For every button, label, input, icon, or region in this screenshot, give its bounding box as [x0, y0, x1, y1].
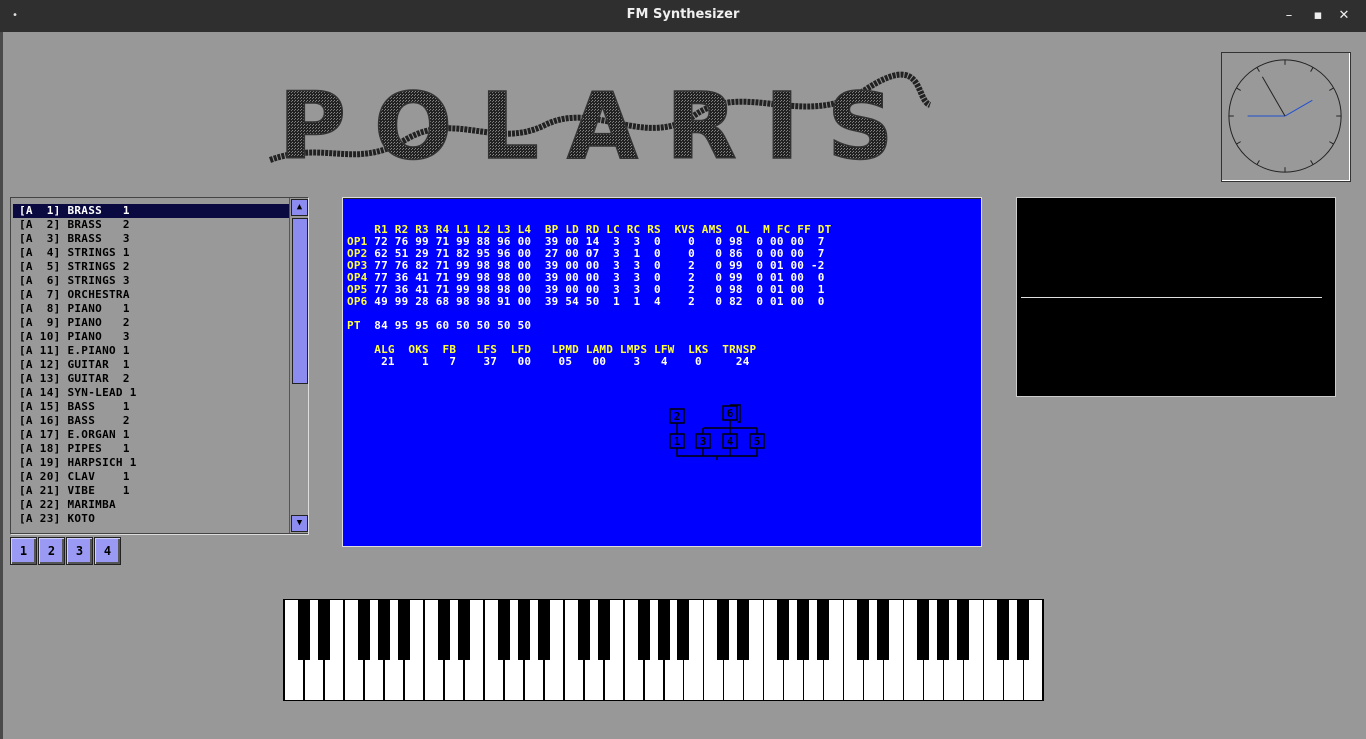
black-key[interactable]: [857, 600, 870, 660]
patch-list-item[interactable]: [A 14] SYN-LEAD 1: [13, 386, 289, 400]
op-label: OP6: [347, 295, 368, 308]
black-key[interactable]: [737, 600, 750, 660]
patch-list-item[interactable]: [A 12] GUITAR 1: [13, 358, 289, 372]
patch-list-item[interactable]: [A 4] STRINGS 1: [13, 246, 289, 260]
pt-values: 84 95 95 60 50 50 50 50: [360, 319, 532, 332]
waveform-trace: [1021, 297, 1322, 298]
logo-text: POLARIS: [279, 73, 922, 170]
patch-list-item[interactable]: [A 8] PIANO 1: [13, 302, 289, 316]
voice-parameters-panel: R1 R2 R3 R4 L1 L2 L3 L4 BP LD RD LC RC R…: [342, 197, 982, 547]
clock-tick: [1236, 141, 1241, 145]
polaris-logo: POLARIS: [268, 71, 932, 170]
patch-list-item[interactable]: [A 6] STRINGS 3: [13, 274, 289, 288]
patch-list-item[interactable]: [A 23] KOTO: [13, 512, 289, 526]
patch-list-item[interactable]: [A 10] PIANO 3: [13, 330, 289, 344]
op6-row: OP6 49 99 28 68 98 98 91 00 39 54 50 1 1…: [347, 296, 825, 308]
algo-op-5: 5: [754, 435, 761, 448]
algo-op-2: 2: [674, 410, 681, 423]
black-key[interactable]: [777, 600, 790, 660]
black-key[interactable]: [397, 600, 410, 660]
patch-list-scrollbar[interactable]: ▲ ▼: [289, 198, 308, 533]
global-values: 21 1 7 37 00 05 00 3 4 0 24: [347, 355, 750, 368]
clock-tick: [1310, 160, 1314, 165]
clock-tick: [1256, 67, 1260, 72]
black-key[interactable]: [297, 600, 310, 660]
patch-list-item[interactable]: [A 18] PIPES 1: [13, 442, 289, 456]
black-key[interactable]: [597, 600, 610, 660]
clock-tick: [1329, 87, 1334, 91]
patch-list-item[interactable]: [A 19] HARPSICH 1: [13, 456, 289, 470]
black-key[interactable]: [577, 600, 590, 660]
maximize-icon[interactable]: ▪: [1308, 6, 1328, 26]
patch-list-item[interactable]: [A 5] STRINGS 2: [13, 260, 289, 274]
black-key[interactable]: [637, 600, 650, 660]
clock-tick: [1310, 67, 1314, 72]
bank-4-button[interactable]: 4: [94, 537, 121, 565]
patch-list-item[interactable]: [A 13] GUITAR 2: [13, 372, 289, 386]
black-key[interactable]: [657, 600, 670, 660]
op-values: 49 99 28 68 98 98 91 00 39 54 50 1 1 4 2…: [367, 295, 825, 308]
patch-list-items: [A 1] BRASS 1 [A 2] BRASS 2 [A 3] BRASS 3[…: [13, 204, 289, 526]
bank-3-button[interactable]: 3: [66, 537, 93, 565]
patch-list-item[interactable]: [A 1] BRASS 1: [13, 204, 289, 218]
black-key[interactable]: [1017, 600, 1030, 660]
patch-list-item[interactable]: [A 22] MARIMBA: [13, 498, 289, 512]
black-key[interactable]: [457, 600, 470, 660]
patch-list-item[interactable]: [A 2] BRASS 2: [13, 218, 289, 232]
black-key[interactable]: [797, 600, 810, 660]
algo-op-4: 4: [727, 435, 734, 448]
patch-list-item[interactable]: [A 15] BASS 1: [13, 400, 289, 414]
black-key[interactable]: [497, 600, 510, 660]
algorithm-diagram: 2 6 1 3 4 5: [669, 404, 765, 460]
window-title: FM Synthesizer: [626, 7, 740, 22]
scroll-thumb[interactable]: [292, 218, 308, 384]
patch-list-item[interactable]: [A 17] E.ORGAN 1: [13, 428, 289, 442]
black-key[interactable]: [317, 600, 330, 660]
algo-op-6: 6: [727, 407, 734, 420]
black-key[interactable]: [677, 600, 690, 660]
bank-1-button[interactable]: 1: [10, 537, 37, 565]
patch-list-item[interactable]: [A 20] CLAV 1: [13, 470, 289, 484]
clock-hour-hand: [1284, 99, 1313, 117]
black-key[interactable]: [957, 600, 970, 660]
piano-keyboard[interactable]: [283, 599, 1044, 701]
black-key[interactable]: [437, 600, 450, 660]
black-key[interactable]: [377, 600, 390, 660]
patch-list-item[interactable]: [A 7] ORCHESTRA: [13, 288, 289, 302]
patch-list-item[interactable]: [A 9] PIANO 2: [13, 316, 289, 330]
black-key[interactable]: [517, 600, 530, 660]
algo-op-1: 1: [674, 435, 681, 448]
patch-list-item[interactable]: [A 16] BASS 2: [13, 414, 289, 428]
scroll-up-button[interactable]: ▲: [291, 199, 308, 216]
patch-list-item[interactable]: [A 21] VIBE 1: [13, 484, 289, 498]
black-key[interactable]: [937, 600, 950, 660]
black-key[interactable]: [537, 600, 550, 660]
clock-tick: [1329, 141, 1334, 145]
close-icon[interactable]: ✕: [1334, 6, 1354, 26]
pt-label: PT: [347, 319, 361, 332]
window-border: [0, 32, 3, 739]
algo-op-3: 3: [700, 435, 707, 448]
black-key[interactable]: [357, 600, 370, 660]
black-key[interactable]: [997, 600, 1010, 660]
black-key[interactable]: [717, 600, 730, 660]
clock-second-hand: [1261, 76, 1286, 117]
patch-list-item[interactable]: [A 3] BRASS 3: [13, 232, 289, 246]
black-key[interactable]: [877, 600, 890, 660]
scroll-down-button[interactable]: ▼: [291, 515, 308, 532]
analog-clock: [1221, 52, 1351, 182]
patch-list-item[interactable]: [A 11] E.PIANO 1: [13, 344, 289, 358]
title-bar: • FM Synthesizer – ▪ ✕: [0, 0, 1366, 32]
minimize-icon[interactable]: –: [1279, 6, 1299, 26]
patch-list[interactable]: [A 1] BRASS 1 [A 2] BRASS 2 [A 3] BRASS 3[…: [10, 197, 308, 534]
clock-tick: [1236, 87, 1241, 91]
pitch-eg-row: PT 84 95 95 60 50 50 50 50: [347, 320, 531, 332]
clock-tick: [1256, 160, 1260, 165]
waveform-scope: [1016, 197, 1336, 397]
black-key[interactable]: [917, 600, 930, 660]
black-key[interactable]: [817, 600, 830, 660]
bank-2-button[interactable]: 2: [38, 537, 65, 565]
